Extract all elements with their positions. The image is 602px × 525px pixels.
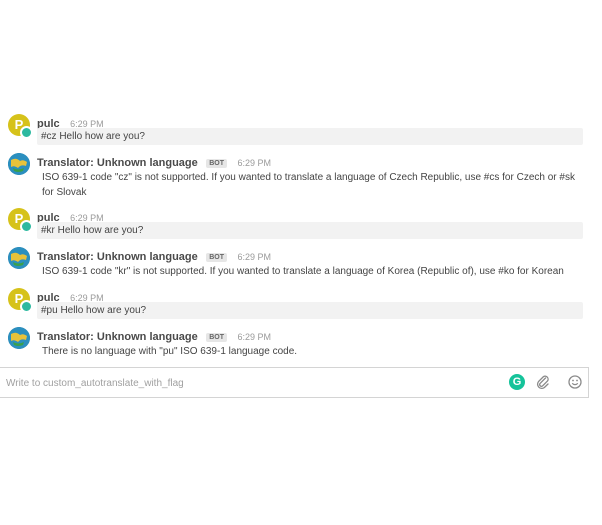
message-text: #pu Hello how are you? (37, 302, 583, 319)
globe-flag-icon (8, 247, 30, 269)
globe-flag-icon (8, 327, 30, 349)
message-text: There is no language with "pu" ISO 639-1… (42, 346, 298, 357)
message-input[interactable] (4, 374, 488, 393)
user-avatar[interactable]: P (8, 288, 33, 313)
paperclip-icon[interactable] (535, 374, 551, 390)
online-status-icon (20, 300, 33, 313)
message-text: ISO 639-1 code "kr" is not supported. If… (42, 266, 564, 277)
online-status-icon (20, 126, 33, 139)
message-text: ISO 639-1 code "cz" is not supported. If… (42, 172, 575, 198)
bot-badge: BOT (206, 253, 227, 262)
bot-avatar[interactable] (8, 327, 30, 349)
message-header: Translator: Unknown language BOT 6:29 PM (37, 153, 271, 171)
message-composer: G (0, 367, 589, 398)
message-header: Translator: Unknown language BOT 6:29 PM (37, 327, 271, 345)
user-avatar[interactable]: P (8, 208, 33, 233)
author-name[interactable]: Translator: Unknown language (37, 157, 198, 169)
timestamp: 6:29 PM (237, 252, 271, 262)
timestamp: 6:29 PM (237, 332, 271, 342)
grammarly-icon[interactable]: G (509, 374, 525, 390)
bot-badge: BOT (206, 159, 227, 168)
author-name[interactable]: Translator: Unknown language (37, 331, 198, 343)
message-text: #kr Hello how are you? (37, 222, 583, 239)
timestamp: 6:29 PM (237, 158, 271, 168)
bot-badge: BOT (206, 333, 227, 342)
message-text: #cz Hello how are you? (37, 128, 583, 145)
message-header: Translator: Unknown language BOT 6:29 PM (37, 247, 271, 265)
online-status-icon (20, 220, 33, 233)
user-avatar[interactable]: P (8, 114, 33, 139)
emoji-icon[interactable] (567, 374, 583, 390)
globe-flag-icon (8, 153, 30, 175)
bot-avatar[interactable] (8, 247, 30, 269)
author-name[interactable]: Translator: Unknown language (37, 251, 198, 263)
bot-avatar[interactable] (8, 153, 30, 175)
